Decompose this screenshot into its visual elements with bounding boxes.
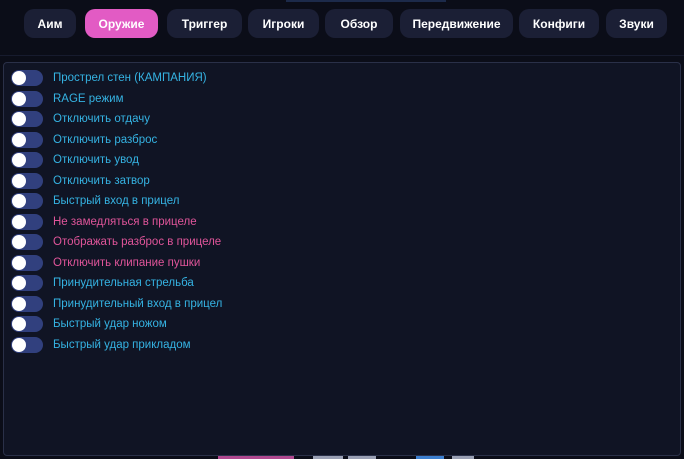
toggle-switch[interactable] [11,132,43,148]
toggle-switch[interactable] [11,234,43,250]
option-row[interactable]: Отключить клипание пушки [11,254,200,272]
toggle-knob [12,133,26,147]
tab-overview[interactable]: Обзор [325,9,393,38]
option-row[interactable]: Быстрый удар прикладом [11,336,191,354]
option-row[interactable]: Принудительный вход в прицел [11,295,222,313]
option-label: RAGE режим [53,93,124,105]
tab-label: Игроки [262,16,305,31]
option-row[interactable]: Отключить разброс [11,131,157,149]
toggle-switch[interactable] [11,193,43,209]
toggle-knob [12,317,26,331]
option-row[interactable]: Отключить отдачу [11,110,150,128]
top-accent-line [286,0,446,2]
tab-label: Передвижение [412,16,501,31]
toggle-knob [12,71,26,85]
header-divider [0,55,684,56]
toggle-switch[interactable] [11,316,43,332]
tab-bar: Аим Оружие Триггер Игроки Обзор Передвиж… [0,9,684,39]
option-label: Отключить клипание пушки [53,257,201,269]
toggle-switch[interactable] [11,337,43,353]
tab-trigger[interactable]: Триггер [167,9,242,38]
option-label: Быстрый вход в прицел [53,195,180,207]
option-row[interactable]: Отображать разброс в прицеле [11,233,221,251]
option-label: Быстрый удар ножом [53,318,167,330]
option-label: Быстрый удар прикладом [53,339,191,351]
option-label: Отключить разброс [53,134,158,146]
option-label: Прострел стен (КАМПАНИЯ) [53,72,207,84]
toggle-knob [12,112,26,126]
tab-label: Звуки [619,16,654,31]
tab-label: Аим [37,16,63,31]
option-row[interactable]: Отключить увод [11,151,139,169]
toggle-knob [12,256,26,270]
tab-label: Конфиги [532,16,586,31]
toggle-knob [12,153,26,167]
option-row[interactable]: Отключить затвор [11,172,150,190]
toggle-knob [12,174,26,188]
tab-configs[interactable]: Конфиги [519,9,599,38]
toggle-knob [12,338,26,352]
tab-movement[interactable]: Передвижение [400,9,513,38]
option-row[interactable]: Принудительная стрельба [11,274,194,292]
toggle-switch[interactable] [11,255,43,271]
toggle-switch[interactable] [11,173,43,189]
toggle-knob [12,276,26,290]
tab-weapon[interactable]: Оружие [85,9,158,38]
tab-aim[interactable]: Аим [24,9,76,38]
toggle-knob [12,235,26,249]
tab-label: Обзор [340,16,378,31]
toggle-knob [12,215,26,229]
option-row[interactable]: Прострел стен (КАМПАНИЯ) [11,69,207,87]
toggle-switch[interactable] [11,214,43,230]
app-window: Аим Оружие Триггер Игроки Обзор Передвиж… [0,0,684,459]
option-row[interactable]: Не замедляться в прицеле [11,213,197,231]
weapon-options-panel: Прострел стен (КАМПАНИЯ) RAGE режим Откл… [3,62,681,456]
toggle-knob [12,92,26,106]
toggle-switch[interactable] [11,152,43,168]
tab-players[interactable]: Игроки [248,9,319,38]
tab-sounds[interactable]: Звуки [606,9,667,38]
option-label: Отключить затвор [53,175,150,187]
toggle-switch[interactable] [11,296,43,312]
option-label: Отображать разброс в прицеле [53,236,222,248]
tab-label: Оружие [98,16,145,31]
option-label: Не замедляться в прицеле [53,216,197,228]
toggle-switch[interactable] [11,275,43,291]
tab-label: Триггер [181,16,228,31]
option-label: Принудительный вход в прицел [53,298,223,310]
toggle-switch[interactable] [11,111,43,127]
toggle-knob [12,297,26,311]
option-row[interactable]: Быстрый удар ножом [11,315,167,333]
toggle-switch[interactable] [11,91,43,107]
toggle-switch[interactable] [11,70,43,86]
option-row[interactable]: RAGE режим [11,90,123,108]
option-label: Отключить отдачу [53,113,150,125]
toggle-knob [12,194,26,208]
option-row[interactable]: Быстрый вход в прицел [11,192,179,210]
option-label: Принудительная стрельба [53,277,194,289]
option-label: Отключить увод [53,154,139,166]
